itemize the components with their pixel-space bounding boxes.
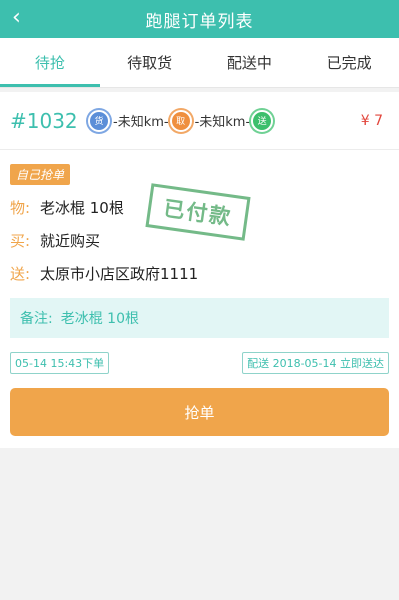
- send-value: 太原市小店区政府1111: [40, 265, 199, 283]
- order-card[interactable]: 自己抢单 已付款 物: 老冰棍 10根 买: 就近购买 送: 太原市小店区政府1…: [0, 150, 399, 448]
- order-header: #1032 货 -未知km- 取 -未知km- 送 ¥ 7: [0, 92, 399, 150]
- distance-2: -未知km-: [194, 115, 251, 130]
- back-arrow-icon[interactable]: ‹: [12, 5, 21, 31]
- item-label: 物:: [10, 199, 31, 217]
- tab-delivering[interactable]: 配送中: [200, 38, 300, 87]
- order-price: ¥ 7: [360, 112, 383, 129]
- route-indicator: 货 -未知km- 取 -未知km- 送: [88, 109, 361, 132]
- order-meta: 05-14 15:43下单 配送 2018-05-14 立即送达: [10, 352, 389, 374]
- order-time: 05-14 15:43下单: [10, 352, 110, 374]
- page-title: 跑腿订单列表: [145, 11, 254, 32]
- send-row: 送: 太原市小店区政府1111: [10, 263, 389, 284]
- tab-completed[interactable]: 已完成: [299, 38, 399, 87]
- pickup-point-icon: 取: [169, 109, 192, 132]
- app-header: ‹ 跑腿订单列表: [0, 0, 399, 38]
- distance-1: -未知km-: [113, 115, 169, 130]
- order-number: #1032: [10, 108, 78, 133]
- self-grab-badge: 自己抢单: [10, 164, 71, 185]
- grab-order-button[interactable]: 抢单: [10, 388, 389, 436]
- tab-waiting-grab[interactable]: 待抢: [0, 38, 100, 87]
- buy-label: 买:: [10, 232, 31, 250]
- note-value: 老冰棍 10根: [60, 311, 139, 327]
- tab-waiting-pickup[interactable]: 待取货: [100, 38, 200, 87]
- delivery-time: 配送 2018-05-14 立即送达: [242, 352, 389, 374]
- item-value: 老冰棍 10根: [40, 199, 124, 217]
- note-label: 备注:: [20, 311, 53, 327]
- delivery-point-icon: 送: [251, 109, 274, 132]
- buy-point-icon: 货: [88, 109, 110, 132]
- send-label: 送:: [10, 265, 31, 283]
- tab-bar: 待抢 待取货 配送中 已完成: [0, 38, 399, 88]
- buy-value: 就近购买: [40, 232, 101, 250]
- note-box: 备注: 老冰棍 10根: [10, 298, 389, 338]
